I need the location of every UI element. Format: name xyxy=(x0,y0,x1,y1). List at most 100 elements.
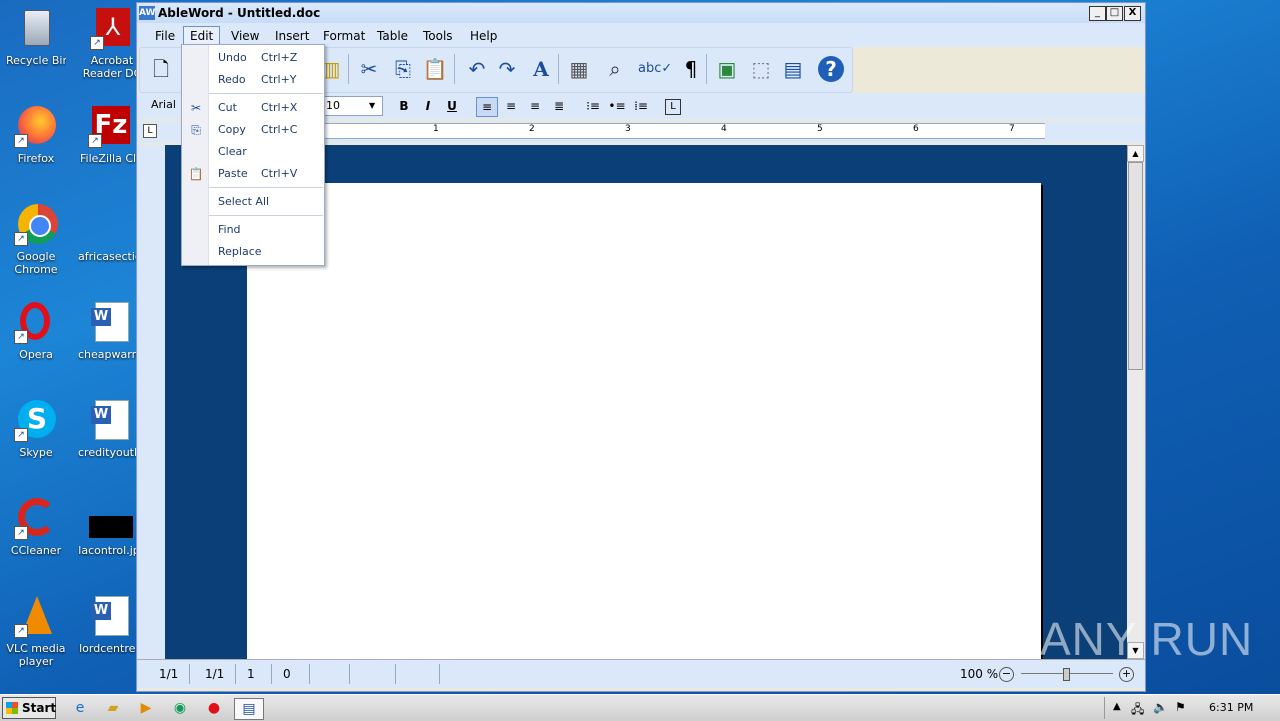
copy-icon[interactable]: ⎘ xyxy=(390,56,416,82)
undo-icon[interactable]: ↶ xyxy=(464,56,490,82)
vlc-icon: ↗ xyxy=(14,594,58,638)
tab-type-icon[interactable]: L xyxy=(143,124,157,138)
desktop-icon-chrome[interactable]: ↗ Google Chrome xyxy=(6,202,66,276)
menu-item-redo[interactable]: Redo Ctrl+Y xyxy=(209,70,323,90)
zoom-out-button[interactable]: − xyxy=(999,667,1014,682)
desktop-icon-vlc[interactable]: ↗ VLC media player xyxy=(6,594,66,668)
chrome-taskbar-icon[interactable]: ◉ xyxy=(170,698,190,718)
calculator-icon[interactable]: ▦ xyxy=(566,56,592,82)
underline-button[interactable]: U xyxy=(442,97,462,115)
opera-taskbar-icon[interactable]: ● xyxy=(204,698,224,718)
bullet-list-icon[interactable]: •≡ xyxy=(607,97,627,115)
horizontal-ruler[interactable]: 1 2 3 4 5 6 7 xyxy=(325,123,1045,139)
outline-list-icon[interactable]: ⁞≡ xyxy=(631,97,651,115)
menu-view[interactable]: View xyxy=(225,27,265,45)
start-button[interactable]: Start xyxy=(2,697,56,719)
title-bar[interactable]: AW AbleWord - Untitled.doc _ □ X xyxy=(137,3,1145,23)
network-icon[interactable]: 🖧 xyxy=(1131,700,1144,721)
ruler-tick: 1 xyxy=(433,124,439,134)
volume-icon[interactable]: 🔈 xyxy=(1153,700,1168,714)
desktop-icon-filezilla[interactable]: Fz ↗ FileZilla Clie xyxy=(80,104,140,165)
media-player-icon[interactable]: ▶ xyxy=(136,698,156,718)
desktop-icon-opera[interactable]: ↗ Opera xyxy=(6,300,66,361)
menu-item-paste[interactable]: 📋 Paste Ctrl+V xyxy=(189,164,323,184)
menu-item-undo[interactable]: Undo Ctrl+Z xyxy=(209,48,323,68)
file-icon xyxy=(87,202,131,246)
menu-item-copy[interactable]: ⎘ Copy Ctrl+C xyxy=(191,120,323,140)
align-left-icon[interactable]: ≡ xyxy=(476,97,498,117)
new-document-icon[interactable]: 🗋 xyxy=(148,56,174,82)
italic-button[interactable]: I xyxy=(418,97,438,115)
justify-icon[interactable]: ≣ xyxy=(549,97,569,115)
menu-file[interactable]: File xyxy=(149,27,181,45)
zoom-level: 100 % xyxy=(960,667,999,681)
desktop-icon-firefox[interactable]: ↗ Firefox xyxy=(6,104,66,165)
desktop-icon-acrobat[interactable]: ⅄ ↗ Acrobat Reader DC xyxy=(82,6,142,80)
app-icon: AW xyxy=(139,6,156,20)
find-binoculars-icon[interactable]: ⌕ xyxy=(602,56,628,82)
menu-item-clear[interactable]: Clear xyxy=(209,142,323,162)
word-doc-icon: W xyxy=(87,300,131,344)
ie-icon[interactable]: e xyxy=(70,698,90,718)
menu-item-replace[interactable]: Replace xyxy=(209,242,323,262)
desktop-icon-africasectio[interactable]: africasectio xyxy=(78,202,140,263)
help-icon[interactable]: ? xyxy=(818,56,844,82)
align-center-icon[interactable]: ≡ xyxy=(525,97,545,115)
paste-icon: 📋 xyxy=(188,167,204,181)
menu-item-find[interactable]: Find xyxy=(209,220,323,240)
word-doc-icon: W xyxy=(87,594,131,638)
font-color-icon[interactable]: A xyxy=(528,56,554,82)
desktop-icon-credityouth[interactable]: W credityouth. xyxy=(78,398,140,459)
desktop-icon-skype[interactable]: S ↗ Skype xyxy=(6,398,66,459)
numbered-list-icon[interactable]: ⁝≡ xyxy=(583,97,603,115)
menu-help[interactable]: Help xyxy=(464,27,503,45)
vertical-ruler[interactable] xyxy=(145,181,157,659)
tab-stop-icon[interactable]: L xyxy=(665,99,681,115)
menu-table[interactable]: Table xyxy=(371,27,414,45)
edit-menu-dropdown: Undo Ctrl+Z Redo Ctrl+Y ✂ Cut Ctrl+X ⎘ Copy… xyxy=(181,44,325,266)
bold-button[interactable]: B xyxy=(394,97,414,115)
font-name-select[interactable]: Arial xyxy=(147,96,181,114)
ruler-tick: 3 xyxy=(625,124,631,134)
clock[interactable]: 6:31 PM xyxy=(1209,701,1253,714)
chevron-down-icon[interactable]: ▼ xyxy=(369,101,375,110)
spellcheck-icon[interactable]: abc✓ xyxy=(638,56,672,82)
status-section: 1/1 xyxy=(205,667,225,681)
desktop-icon-cheapwarni[interactable]: W cheapwarni xyxy=(78,300,140,361)
vertical-scrollbar[interactable]: ▲ ▼ xyxy=(1127,145,1144,659)
show-formatting-icon[interactable]: ¶ xyxy=(678,56,704,82)
insert-image-icon[interactable]: ▣ xyxy=(714,56,740,82)
menu-tools[interactable]: Tools xyxy=(417,27,459,45)
desktop-icon-lacontrol[interactable]: lacontrol.jp xyxy=(78,496,140,557)
scroll-up-icon[interactable]: ▲ xyxy=(1127,145,1144,162)
show-hidden-icons-icon[interactable]: ▲ xyxy=(1113,701,1121,712)
zoom-in-button[interactable]: + xyxy=(1119,667,1134,682)
word-doc-icon: W xyxy=(87,398,131,442)
explorer-folder-icon[interactable]: ▰ xyxy=(103,698,123,718)
document-page[interactable] xyxy=(247,183,1041,659)
paste-icon[interactable]: 📋 xyxy=(422,56,448,82)
menu-insert[interactable]: Insert xyxy=(269,27,315,45)
desktop-icon-ccleaner[interactable]: ↗ CCleaner xyxy=(6,496,66,557)
window-title: AbleWord - Untitled.doc xyxy=(158,6,321,20)
menu-edit[interactable]: Edit xyxy=(183,26,221,46)
insert-table-icon[interactable]: ▤ xyxy=(780,56,806,82)
menu-item-cut[interactable]: ✂ Cut Ctrl+X xyxy=(191,98,323,118)
zoom-slider-thumb[interactable] xyxy=(1063,668,1070,681)
align-right-icon[interactable]: ≡ xyxy=(501,97,521,115)
maximize-button[interactable]: □ xyxy=(1106,6,1123,21)
desktop-icon-label: credityouth. xyxy=(78,446,140,459)
desktop-icon-lordcentre[interactable]: W lordcentre. xyxy=(78,594,140,655)
desktop-icon-label: Recycle Bin xyxy=(6,54,66,67)
cut-icon[interactable]: ✂ xyxy=(356,56,382,82)
desktop-icon-recycle-bin[interactable]: Recycle Bin xyxy=(6,6,66,67)
insert-frame-icon[interactable]: ⬚ xyxy=(748,56,774,82)
minimize-button[interactable]: _ xyxy=(1089,6,1106,21)
redo-icon[interactable]: ↷ xyxy=(494,56,520,82)
close-button[interactable]: X xyxy=(1124,6,1141,21)
menu-format[interactable]: Format xyxy=(317,27,371,45)
scroll-thumb[interactable] xyxy=(1128,162,1143,370)
action-center-flag-icon[interactable]: ⚑ xyxy=(1175,700,1186,714)
menu-item-select-all[interactable]: Select All xyxy=(209,192,323,212)
ableword-taskbar-icon[interactable]: ▤ xyxy=(234,698,264,720)
